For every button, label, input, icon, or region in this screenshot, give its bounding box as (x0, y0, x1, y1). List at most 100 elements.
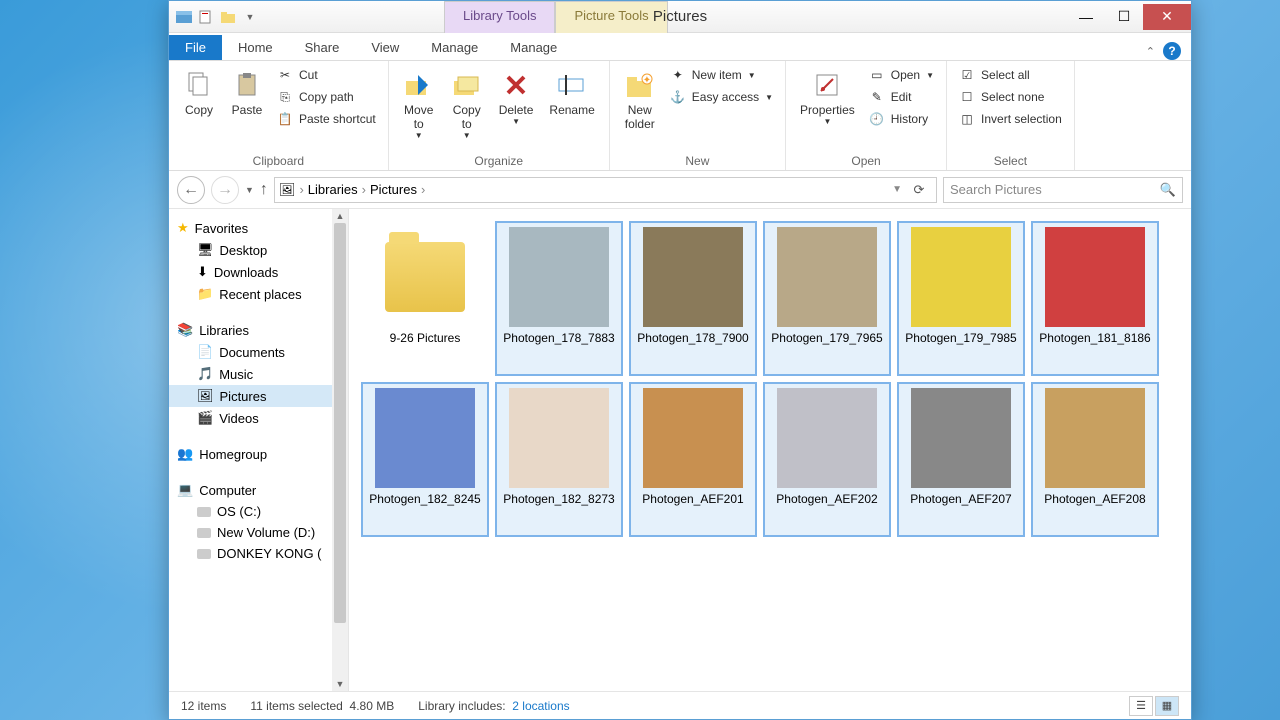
recent-locations-icon[interactable]: ▼ (245, 185, 254, 195)
music-icon: 🎵 (197, 366, 213, 382)
picture-tools-tab[interactable]: Picture Tools (555, 1, 667, 33)
explorer-window: ▼ Library Tools Picture Tools Pictures —… (168, 0, 1192, 720)
disk-icon (197, 549, 211, 559)
select-none-icon: ☐ (959, 89, 975, 105)
help-icon[interactable]: ? (1163, 42, 1181, 60)
scroll-down-icon[interactable]: ▼ (332, 677, 348, 691)
breadcrumb-dropdown-icon[interactable]: ▼ (892, 184, 902, 195)
move-to-button[interactable]: Move to▼ (397, 65, 441, 144)
properties-qat-icon[interactable] (197, 8, 215, 26)
open-button[interactable]: ▭Open ▼ (865, 65, 938, 85)
computer-header[interactable]: 💻Computer (169, 479, 348, 501)
copy-path-button[interactable]: ⎘Copy path (273, 87, 380, 107)
scroll-up-icon[interactable]: ▲ (332, 209, 348, 223)
nav-downloads[interactable]: ⬇Downloads (169, 261, 348, 283)
search-input[interactable]: Search Pictures 🔍 (943, 177, 1183, 203)
share-tab[interactable]: Share (289, 35, 356, 60)
edit-button[interactable]: ✎Edit (865, 87, 938, 107)
nav-scrollbar[interactable]: ▲ ▼ (332, 209, 348, 691)
selection-status: 11 items selected 4.80 MB (250, 699, 394, 713)
homegroup-icon: 👥 (177, 446, 193, 462)
copy-button[interactable]: Copy (177, 65, 221, 121)
rename-button[interactable]: Rename (543, 65, 600, 121)
homegroup-header[interactable]: 👥Homegroup (169, 443, 348, 465)
svg-text:✦: ✦ (643, 75, 651, 86)
forward-button[interactable]: → (211, 176, 239, 204)
nav-drive-d[interactable]: New Volume (D:) (169, 522, 348, 543)
file-name: Photogen_178_7900 (637, 331, 748, 347)
item-count: 12 items (181, 699, 226, 713)
select-none-button[interactable]: ☐Select none (955, 87, 1066, 107)
copy-to-button[interactable]: Copy to▼ (445, 65, 489, 144)
nav-recent-places[interactable]: 📁Recent places (169, 283, 348, 305)
manage-library-tab[interactable]: Manage (415, 35, 494, 60)
scroll-thumb[interactable] (334, 223, 346, 623)
file-name: 9-26 Pictures (390, 331, 461, 347)
file-name: Photogen_178_7883 (503, 331, 614, 347)
nav-desktop[interactable]: 🖥Desktop (169, 239, 348, 261)
breadcrumb[interactable]: 🖼 › Libraries › Pictures › ▼ ⟳ (274, 177, 937, 203)
image-item[interactable]: Photogen_178_7883 (495, 221, 623, 376)
history-button[interactable]: 🕘History (865, 109, 938, 129)
thumbnails-view-button[interactable]: ▦ (1155, 696, 1179, 716)
image-item[interactable]: Photogen_182_8273 (495, 382, 623, 537)
home-tab[interactable]: Home (222, 35, 289, 60)
paste-button[interactable]: Paste (225, 65, 269, 121)
nav-pictures[interactable]: 🖼Pictures (169, 385, 348, 407)
close-button[interactable]: ✕ (1143, 4, 1191, 30)
minimize-button[interactable]: — (1067, 4, 1105, 30)
nav-drive-c[interactable]: OS (C:) (169, 501, 348, 522)
invert-selection-button[interactable]: ◫Invert selection (955, 109, 1066, 129)
favorites-header[interactable]: ★Favorites (169, 217, 348, 239)
details-view-button[interactable]: ☰ (1129, 696, 1153, 716)
view-tab[interactable]: View (355, 35, 415, 60)
qat-dropdown-icon[interactable]: ▼ (241, 8, 259, 26)
back-button[interactable]: ← (177, 176, 205, 204)
collapse-ribbon-icon[interactable]: ⌃ (1146, 45, 1155, 58)
breadcrumb-pictures[interactable]: Pictures (370, 182, 417, 197)
new-item-button[interactable]: ✦New item ▼ (666, 65, 777, 85)
delete-button[interactable]: Delete▼ (493, 65, 540, 130)
new-folder-button[interactable]: ✦New folder (618, 65, 662, 135)
nav-documents[interactable]: 📄Documents (169, 341, 348, 363)
file-name: Photogen_182_8245 (369, 492, 480, 508)
easy-access-button[interactable]: ⚓Easy access ▼ (666, 87, 777, 107)
image-item[interactable]: Photogen_182_8245 (361, 382, 489, 537)
file-tab[interactable]: File (169, 35, 222, 60)
status-bar: 12 items 11 items selected 4.80 MB Libra… (169, 691, 1191, 719)
paste-shortcut-button[interactable]: 📋Paste shortcut (273, 109, 380, 129)
cut-button[interactable]: ✂Cut (273, 65, 380, 85)
nav-drive-usb[interactable]: DONKEY KONG ( (169, 543, 348, 564)
image-item[interactable]: Photogen_179_7965 (763, 221, 891, 376)
image-item[interactable]: Photogen_178_7900 (629, 221, 757, 376)
thumbnail-image (911, 388, 1011, 488)
manage-picture-tab[interactable]: Manage (494, 35, 573, 60)
image-item[interactable]: Photogen_179_7985 (897, 221, 1025, 376)
select-all-button[interactable]: ☑Select all (955, 65, 1066, 85)
clipboard-group-label: Clipboard (177, 152, 380, 170)
new-group-label: New (618, 152, 777, 170)
refresh-button[interactable]: ⟳ (906, 182, 932, 198)
libraries-header[interactable]: 📚Libraries (169, 319, 348, 341)
desktop-icon: 🖥 (197, 242, 214, 258)
app-icon (175, 8, 193, 26)
file-name: Photogen_AEF208 (1044, 492, 1145, 508)
image-item[interactable]: Photogen_AEF201 (629, 382, 757, 537)
documents-icon: 📄 (197, 344, 213, 360)
nav-videos[interactable]: 🎬Videos (169, 407, 348, 429)
new-folder-qat-icon[interactable] (219, 8, 237, 26)
nav-music[interactable]: 🎵Music (169, 363, 348, 385)
library-tools-tab[interactable]: Library Tools (444, 1, 555, 33)
properties-button[interactable]: Properties▼ (794, 65, 861, 130)
breadcrumb-libraries[interactable]: Libraries (308, 182, 358, 197)
image-item[interactable]: Photogen_181_8186 (1031, 221, 1159, 376)
up-button[interactable]: ↑ (260, 181, 268, 199)
file-name: Photogen_179_7985 (905, 331, 1016, 347)
titlebar: ▼ Library Tools Picture Tools Pictures —… (169, 1, 1191, 33)
image-item[interactable]: Photogen_AEF202 (763, 382, 891, 537)
location-icon: 🖼 (279, 182, 296, 198)
image-item[interactable]: Photogen_AEF208 (1031, 382, 1159, 537)
maximize-button[interactable]: ☐ (1105, 4, 1143, 30)
folder-item[interactable]: 9-26 Pictures (361, 221, 489, 376)
image-item[interactable]: Photogen_AEF207 (897, 382, 1025, 537)
